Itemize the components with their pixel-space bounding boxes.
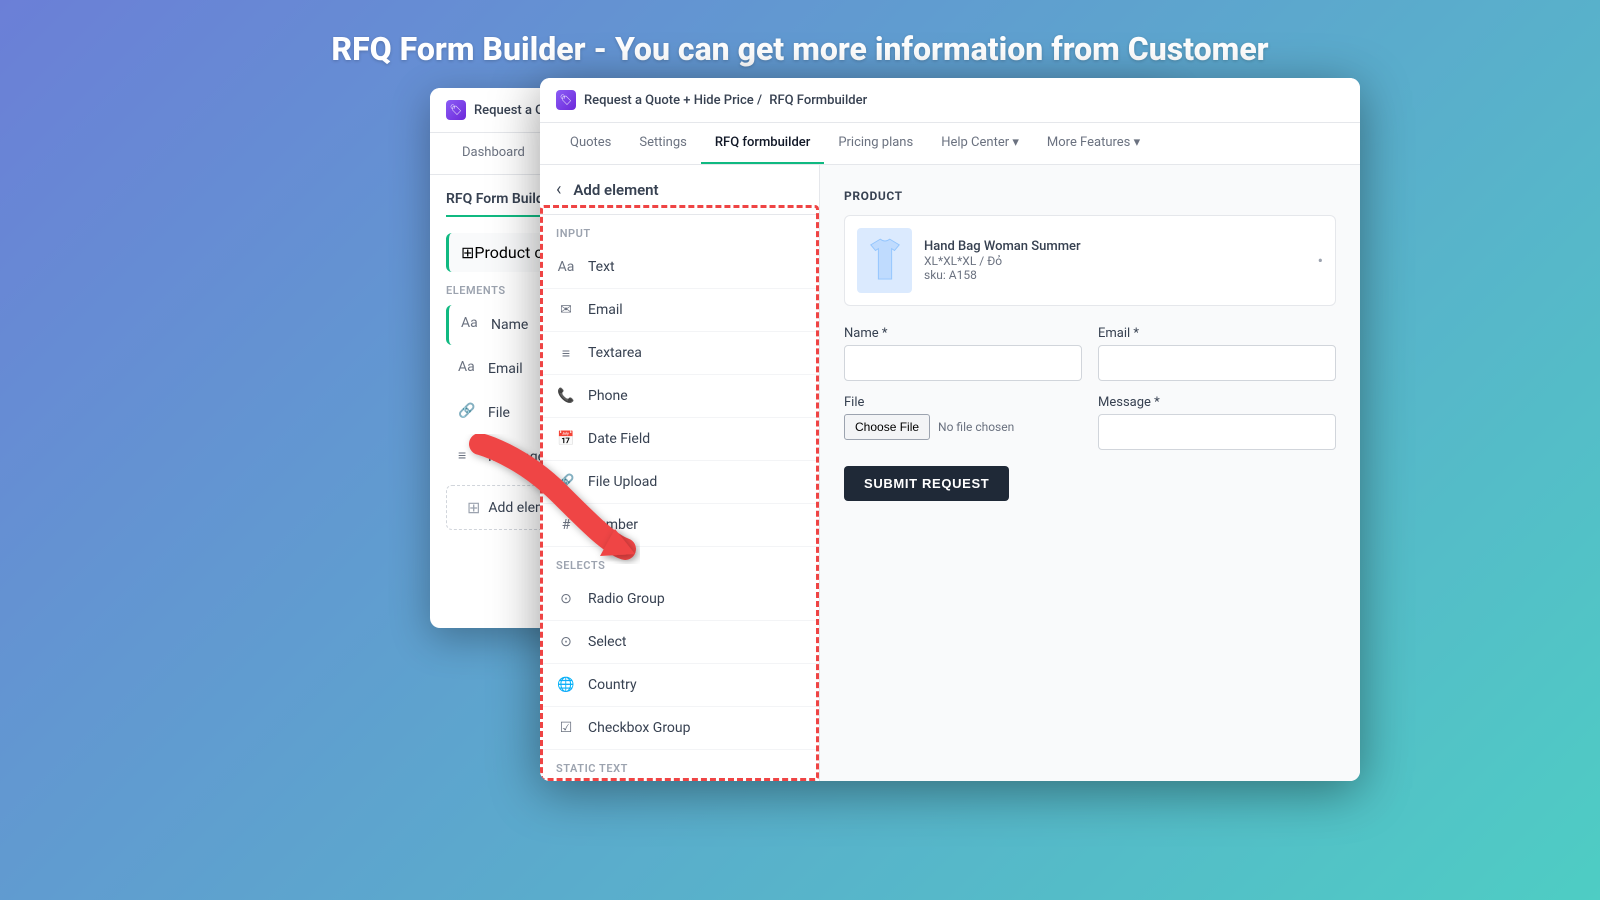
date-label: Date Field — [588, 431, 650, 447]
right-choose-file-btn[interactable]: Choose File — [844, 414, 930, 440]
right-no-file-text: No file chosen — [938, 420, 1014, 434]
right-tab-pricing[interactable]: Pricing plans — [824, 123, 927, 164]
tab-dashboard[interactable]: Dashboard — [446, 133, 541, 174]
right-name-email-row: Name * Email * — [844, 326, 1336, 381]
right-tab-quotes[interactable]: Quotes — [556, 123, 625, 164]
right-message-field: Message * — [1098, 395, 1336, 450]
element-phone[interactable]: 📞 Phone — [540, 375, 819, 418]
date-icon: 📅 — [556, 429, 576, 449]
text-icon: Aa — [556, 257, 576, 277]
right-product-section: PRODUCT — [844, 189, 1336, 203]
right-file-message-row: File Choose File No file chosen Message … — [844, 395, 1336, 450]
element-date[interactable]: 📅 Date Field — [540, 418, 819, 461]
email-icon: ✉ — [556, 300, 576, 320]
number-icon: # — [556, 515, 576, 535]
checkbox-label: Checkbox Group — [588, 720, 691, 736]
right-breadcrumb: Request a Quote + Hide Price / RFQ Formb… — [584, 93, 867, 108]
right-name-field: Name * — [844, 326, 1082, 381]
right-product-name: Hand Bag Woman Summer — [924, 239, 1081, 254]
panel-header: ‹ Add element — [540, 165, 819, 215]
element-select[interactable]: ⊙ Select — [540, 621, 819, 664]
right-email-field: Email * — [1098, 326, 1336, 381]
right-tab-settings[interactable]: Settings — [625, 123, 700, 164]
add-element-panel: ‹ Add element INPUT Aa Text ✉ Email ≡ Te… — [540, 165, 820, 781]
right-product-sku: sku: A158 — [924, 268, 1081, 282]
right-product-variant: XL*XL*XL / Đỏ — [924, 254, 1081, 268]
phone-icon: 📞 — [556, 386, 576, 406]
radio-label: Radio Group — [588, 591, 665, 607]
right-form-area: PRODUCT Hand Bag Woman Summer XL*XL*XL /… — [820, 165, 1360, 781]
right-message-input[interactable] — [1098, 414, 1336, 450]
message-icon: ≡ — [458, 447, 478, 467]
element-number[interactable]: # Number — [540, 504, 819, 547]
select-icon: ⊙ — [556, 632, 576, 652]
element-country[interactable]: 🌐 Country — [540, 664, 819, 707]
grid-icon: ⊞ — [461, 243, 474, 262]
element-textarea[interactable]: ≡ Textarea — [540, 332, 819, 375]
page-title: RFQ Form Builder - You can get more info… — [0, 0, 1600, 88]
static-text-section-label: STATIC TEXT — [540, 750, 819, 781]
right-screenshot: 🏷 Request a Quote + Hide Price / RFQ For… — [540, 78, 1360, 781]
file-upload-label: File Upload — [588, 474, 657, 490]
right-email-input[interactable] — [1098, 345, 1336, 381]
right-message-label: Message * — [1098, 395, 1336, 410]
checkbox-icon: ☑ — [556, 718, 576, 738]
right-product-card: Hand Bag Woman Summer XL*XL*XL / Đỏ sku:… — [844, 215, 1336, 306]
text-icon: Aa — [461, 315, 481, 335]
right-file-label: File — [844, 395, 1082, 410]
panel-title: Add element — [573, 181, 658, 199]
right-app-bar: 🏷 Request a Quote + Hide Price / RFQ For… — [540, 78, 1360, 123]
back-button[interactable]: ‹ — [556, 179, 561, 200]
input-section-label: INPUT — [540, 215, 819, 246]
right-tab-more[interactable]: More Features ▾ — [1033, 123, 1154, 164]
textarea-label: Textarea — [588, 345, 642, 361]
right-name-label: Name * — [844, 326, 1082, 341]
add-icon: ⊞ — [467, 498, 480, 517]
right-tab-help[interactable]: Help Center ▾ — [927, 123, 1033, 164]
element-checkbox-group[interactable]: ☑ Checkbox Group — [540, 707, 819, 750]
radio-icon: ⊙ — [556, 589, 576, 609]
right-file-field: File Choose File No file chosen — [844, 395, 1082, 450]
file-icon: 🔗 — [458, 403, 478, 423]
file-upload-icon: 🔗 — [556, 472, 576, 492]
right-email-label: Email * — [1098, 326, 1336, 341]
element-radio-group[interactable]: ⊙ Radio Group — [540, 578, 819, 621]
textarea-icon: ≡ — [556, 343, 576, 363]
app-icon: 🏷 — [446, 100, 466, 120]
email-label: Email — [588, 302, 623, 318]
phone-label: Phone — [588, 388, 628, 404]
product-menu-icon[interactable]: • — [1318, 251, 1323, 270]
country-label: Country — [588, 677, 637, 693]
country-icon: 🌐 — [556, 675, 576, 695]
right-submit-btn[interactable]: SUBMIT REQUEST — [844, 466, 1009, 501]
text-label: Text — [588, 259, 615, 275]
selects-section-label: SELECTS — [540, 547, 819, 578]
text-icon-email: Aa — [458, 359, 478, 379]
number-label: Number — [588, 517, 638, 533]
right-product-img — [857, 228, 912, 293]
right-tab-rfq[interactable]: RFQ formbuilder — [701, 123, 824, 164]
element-email[interactable]: ✉ Email — [540, 289, 819, 332]
right-name-input[interactable] — [844, 345, 1082, 381]
element-file-upload[interactable]: 🔗 File Upload — [540, 461, 819, 504]
select-label: Select — [588, 634, 626, 650]
right-app-icon: 🏷 — [556, 90, 576, 110]
element-text[interactable]: Aa Text — [540, 246, 819, 289]
right-nav-tabs: Quotes Settings RFQ formbuilder Pricing … — [540, 123, 1360, 165]
